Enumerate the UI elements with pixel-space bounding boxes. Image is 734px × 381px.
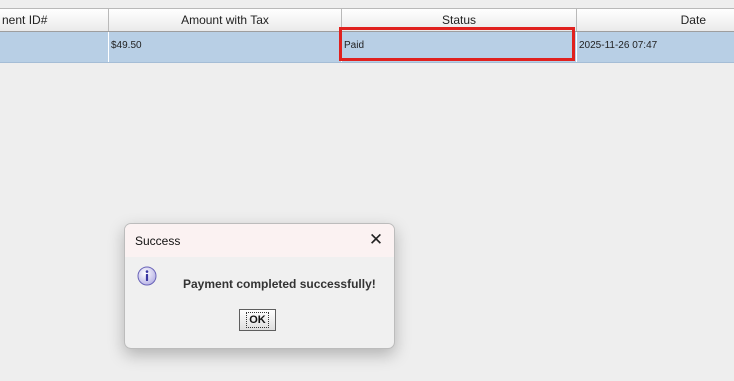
payments-table: nent ID# Amount with Tax Status Date $49… [0,8,734,63]
close-icon[interactable]: ✕ [368,230,384,250]
column-header-payment-id[interactable]: nent ID# [0,9,109,31]
ok-button-label: OK [246,312,269,328]
dialog-message: Payment completed successfully! [183,277,376,291]
success-dialog: Success ✕ Payment completed successfully… [124,223,395,349]
ok-button[interactable]: OK [239,309,276,331]
cell-amount[interactable]: $49.50 [109,32,342,62]
column-header-status[interactable]: Status [342,9,577,31]
table-header: nent ID# Amount with Tax Status Date [0,8,734,32]
cell-status[interactable]: Paid [342,32,577,62]
table-row[interactable]: $49.50 Paid 2025-11-26 07:47 [0,32,734,63]
cell-payment-id[interactable] [0,32,109,62]
info-icon [137,266,157,286]
column-header-date[interactable]: Date [577,9,734,31]
cell-date[interactable]: 2025-11-26 07:47 [577,32,734,62]
dialog-title: Success [135,234,181,248]
column-header-amount[interactable]: Amount with Tax [109,9,342,31]
dialog-title-bar[interactable]: Success ✕ [125,224,394,257]
